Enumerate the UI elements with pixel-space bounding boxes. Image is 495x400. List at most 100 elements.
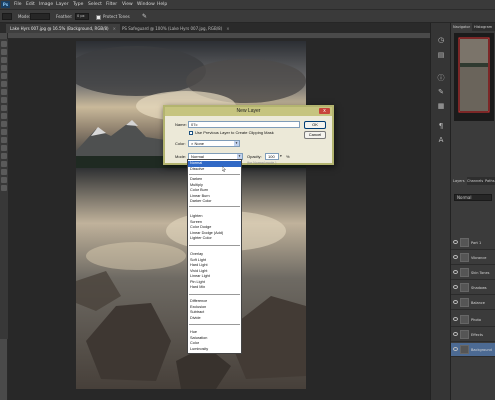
layer-name: Skin Tones (471, 271, 490, 275)
close-icon[interactable]: × (113, 26, 116, 31)
info-icon[interactable]: ⓘ (436, 73, 446, 83)
menu-divider (189, 294, 240, 295)
ok-button[interactable]: OK (304, 121, 326, 129)
blend-mode-dropdown-list[interactable]: Normal Dissolve Darken Multiply Color Bu… (187, 159, 242, 354)
menu-image[interactable]: Image (39, 0, 53, 9)
blend-option-lighter-color[interactable]: Lighter Color (190, 236, 212, 242)
eye-icon[interactable] (453, 255, 458, 259)
menu-window[interactable]: Window (137, 0, 155, 9)
cancel-button[interactable]: Cancel (304, 131, 326, 139)
tab-document-2[interactable]: PS Safeguard @ 100% (Lake Hyrs 007.jpg, … (118, 24, 234, 33)
menu-layer[interactable]: Layer (56, 0, 69, 9)
blend-option-hard-mix[interactable]: Hard Mix (190, 285, 205, 291)
color-select-value: None (194, 141, 205, 146)
menu-file[interactable]: File (14, 0, 22, 9)
menu-select[interactable]: Select (88, 0, 102, 9)
menu-divider (189, 173, 240, 175)
eye-icon[interactable] (453, 285, 458, 289)
properties-icon[interactable]: ▤ (436, 50, 446, 60)
menu-divider (189, 245, 240, 246)
layer-thumbnail (460, 298, 469, 307)
quick-select-tool-icon[interactable] (1, 65, 7, 71)
eye-icon[interactable] (453, 240, 458, 244)
layer-thumbnail (460, 268, 469, 277)
hand-tool-icon[interactable] (1, 177, 7, 183)
toolbox (0, 39, 8, 339)
character-icon[interactable]: A (436, 135, 446, 145)
layer-row[interactable]: Shadows (451, 281, 495, 295)
gradient-tool-icon[interactable] (1, 129, 7, 135)
eye-icon[interactable] (453, 347, 458, 351)
pressure-icon[interactable]: ✎ (142, 12, 147, 21)
new-layer-dialog: New Layer x Name: 07c Use Previous Layer… (163, 105, 334, 165)
layers-panel-tabs: Layers Channels Paths (451, 177, 495, 185)
layer-name-input[interactable]: 07c (188, 121, 300, 128)
layer-thumbnail (460, 283, 469, 292)
layer-row[interactable]: Background (451, 343, 495, 357)
eye-icon[interactable] (453, 332, 458, 336)
options-feather-field[interactable]: 0 px (75, 13, 89, 20)
clipping-mask-checkbox[interactable] (189, 131, 193, 135)
layer-row[interactable]: Part 1 (451, 236, 495, 250)
layer-name: Effects (471, 333, 483, 337)
healing-brush-tool-icon[interactable] (1, 89, 7, 95)
layer-row[interactable]: Balance (451, 296, 495, 310)
blend-option-darker-color[interactable]: Darker Color (190, 199, 212, 205)
menu-filter[interactable]: Filter (106, 0, 117, 9)
swatches-icon[interactable]: ▦ (436, 101, 446, 111)
layer-row[interactable]: Vibrance (451, 251, 495, 265)
dodge-tool-icon[interactable] (1, 137, 7, 143)
navigator-preview[interactable] (454, 33, 494, 121)
brush-tool-icon[interactable] (1, 97, 7, 103)
layer-row[interactable]: Photo (451, 313, 495, 327)
layer-blend-mode-select[interactable]: Normal (454, 194, 492, 201)
blend-option-luminosity[interactable]: Luminosity (190, 347, 208, 353)
lasso-tool-icon[interactable] (1, 57, 7, 63)
eye-icon[interactable] (453, 300, 458, 304)
opacity-input[interactable]: 100 (265, 153, 279, 160)
protect-tones-checkbox[interactable] (96, 14, 101, 20)
close-icon[interactable]: × (226, 26, 229, 31)
brush-icon[interactable]: ✎ (436, 87, 446, 97)
tab-histogram[interactable]: Histogram (472, 23, 494, 31)
tab-document-1[interactable]: Lake Hyrs 007.jpg @ 16.5% (Background, R… (6, 24, 120, 33)
crop-tool-icon[interactable] (1, 73, 7, 79)
path-select-tool-icon[interactable] (1, 161, 7, 167)
eraser-tool-icon[interactable] (1, 121, 7, 127)
pen-tool-icon[interactable] (1, 145, 7, 151)
panel-icon-strip: ◷ ▤ ⓘ ✎ ▦ ¶ A (430, 23, 450, 400)
menu-edit[interactable]: Edit (26, 0, 35, 9)
history-icon[interactable]: ◷ (436, 35, 446, 45)
clone-stamp-tool-icon[interactable] (1, 105, 7, 111)
blend-option-dissolve[interactable]: Dissolve (190, 167, 204, 173)
options-width-field[interactable] (30, 13, 50, 20)
menu-help[interactable]: Help (157, 0, 167, 9)
tool-preset-picker[interactable] (2, 13, 12, 20)
eyedropper-tool-icon[interactable] (1, 81, 7, 87)
opacity-stepper-icon[interactable]: ▾ (280, 154, 282, 158)
dialog-title: New Layer (165, 107, 332, 116)
move-tool-icon[interactable] (1, 41, 7, 47)
marquee-tool-icon[interactable] (1, 49, 7, 55)
eye-icon[interactable] (453, 270, 458, 274)
panels-dock: Navigator Histogram Layers Channels Path… (450, 23, 495, 400)
layer-thumbnail (460, 330, 469, 339)
eye-icon[interactable] (453, 317, 458, 321)
layer-row[interactable]: Effects (451, 328, 495, 342)
options-protect-tones[interactable]: Protect Tones (96, 12, 130, 21)
tab-paths[interactable]: Paths (483, 177, 495, 185)
blend-option-divide[interactable]: Divide (190, 316, 201, 322)
shape-tool-icon[interactable] (1, 169, 7, 175)
dialog-close-button[interactable]: x (319, 108, 330, 114)
paragraph-icon[interactable]: ¶ (436, 121, 446, 131)
tab-navigator[interactable]: Navigator (451, 23, 473, 31)
layer-row[interactable]: Skin Tones (451, 266, 495, 280)
color-select[interactable]: × None ▼ (188, 140, 240, 147)
type-tool-icon[interactable] (1, 153, 7, 159)
options-bar: Mode: Feather: 0 px Protect Tones ✎ (0, 9, 495, 23)
history-brush-tool-icon[interactable] (1, 113, 7, 119)
menu-type[interactable]: Type (73, 0, 83, 9)
zoom-tool-icon[interactable] (1, 185, 7, 191)
chevron-down-icon: ▼ (234, 141, 239, 146)
menu-view[interactable]: View (122, 0, 133, 9)
